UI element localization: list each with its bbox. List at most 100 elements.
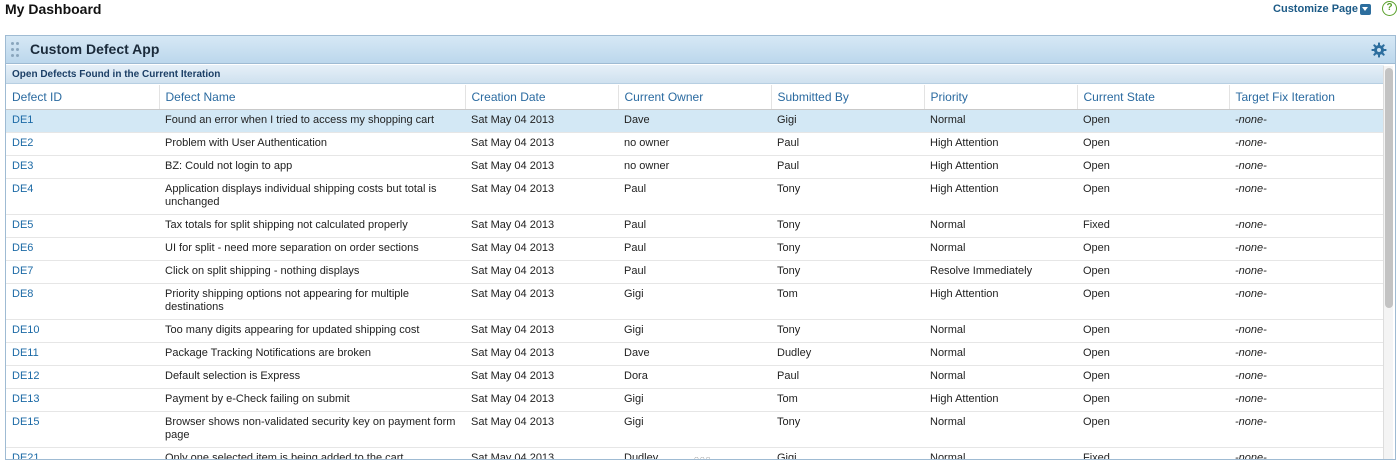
cell-defect-id[interactable]: DE3 <box>6 155 159 179</box>
table-row[interactable]: DE3 BZ: Could not login to app Sat May 04 … <box>6 155 1384 179</box>
defects-table: Defect ID Defect Name Creation Date Current… <box>6 85 1384 459</box>
cell-priority: Normal <box>924 411 1077 448</box>
table-row[interactable]: DE7 Click on split shipping - nothing dis… <box>6 260 1384 284</box>
cell-current-state: Open <box>1077 155 1229 179</box>
cell-defect-id[interactable]: DE2 <box>6 132 159 156</box>
cell-defect-id[interactable]: DE11 <box>6 342 159 366</box>
cell-submitted-by: Tom <box>771 283 924 320</box>
cell-defect-name: Found an error when I tried to access my… <box>159 109 465 133</box>
cell-current-state: Open <box>1077 283 1229 320</box>
column-header-submitted-by[interactable]: Submitted By <box>771 85 925 110</box>
custom-defect-app-panel: Custom Defect App Open Defects Found in … <box>5 35 1396 460</box>
cell-priority: Normal <box>924 342 1077 366</box>
cell-creation-date: Sat May 04 2013 <box>465 411 618 448</box>
cell-defect-id[interactable]: DE5 <box>6 214 159 238</box>
column-header-current-state[interactable]: Current State <box>1077 85 1230 110</box>
grid-title: Open Defects Found in the Current Iterat… <box>12 69 221 80</box>
cell-defect-id[interactable]: DE7 <box>6 260 159 284</box>
cell-priority: Normal <box>924 109 1077 133</box>
cell-submitted-by: Tom <box>771 388 924 412</box>
cell-defect-id[interactable]: DE4 <box>6 178 159 215</box>
cell-submitted-by: Tony <box>771 178 924 215</box>
cell-defect-id[interactable]: DE13 <box>6 388 159 412</box>
cell-current-owner: Dave <box>618 342 771 366</box>
table-row[interactable]: DE15 Browser shows non-validated security… <box>6 411 1384 448</box>
cell-defect-name: Only one selected item is being added to… <box>159 447 465 459</box>
cell-defect-id[interactable]: DE8 <box>6 283 159 320</box>
gear-icon[interactable] <box>1371 42 1387 58</box>
cell-creation-date: Sat May 04 2013 <box>465 109 618 133</box>
page-header: My Dashboard Customize Page ? <box>0 0 1400 20</box>
cell-priority: High Attention <box>924 155 1077 179</box>
cell-priority: High Attention <box>924 132 1077 156</box>
cell-defect-id[interactable]: DE6 <box>6 237 159 261</box>
cell-defect-name: Application displays individual shipping… <box>159 178 465 215</box>
cell-current-owner: Paul <box>618 214 771 238</box>
table-row[interactable]: DE10 Too many digits appearing for update… <box>6 319 1384 343</box>
table-row[interactable]: DE6 UI for split - need more separation o… <box>6 237 1384 261</box>
table-row[interactable]: DE4 Application displays individual shipp… <box>6 178 1384 215</box>
resize-grip-icon[interactable]: ○○○ <box>694 454 712 459</box>
cell-current-owner: no owner <box>618 132 771 156</box>
cell-target-fix-iteration: -none- <box>1229 365 1384 389</box>
cell-submitted-by: Tony <box>771 260 924 284</box>
vertical-scrollbar[interactable] <box>1383 66 1393 459</box>
cell-priority: Normal <box>924 365 1077 389</box>
cell-target-fix-iteration: -none- <box>1229 178 1384 215</box>
cell-submitted-by: Tony <box>771 411 924 448</box>
cell-creation-date: Sat May 04 2013 <box>465 447 618 459</box>
column-header-target-fix-iteration[interactable]: Target Fix Iteration <box>1229 85 1384 110</box>
scrollbar-thumb[interactable] <box>1385 68 1393 308</box>
table-row[interactable]: DE1 Found an error when I tried to access… <box>6 109 1384 133</box>
cell-current-state: Open <box>1077 178 1229 215</box>
table-row[interactable]: DE8 Priority shipping options not appeari… <box>6 283 1384 320</box>
table-row[interactable]: DE5 Tax totals for split shipping not cal… <box>6 214 1384 238</box>
cell-defect-name: BZ: Could not login to app <box>159 155 465 179</box>
cell-current-state: Open <box>1077 342 1229 366</box>
cell-target-fix-iteration: -none- <box>1229 283 1384 320</box>
cell-defect-name: Browser shows non-validated security key… <box>159 411 465 448</box>
cell-target-fix-iteration: -none- <box>1229 214 1384 238</box>
column-header-defect-name[interactable]: Defect Name <box>159 85 466 110</box>
cell-defect-name: Default selection is Express <box>159 365 465 389</box>
cell-defect-id[interactable]: DE15 <box>6 411 159 448</box>
table-row[interactable]: DE11 Package Tracking Notifications are b… <box>6 342 1384 366</box>
cell-creation-date: Sat May 04 2013 <box>465 132 618 156</box>
column-header-defect-id[interactable]: Defect ID <box>6 85 160 110</box>
drag-handle-icon[interactable] <box>11 42 20 58</box>
panel-title: Custom Defect App <box>30 41 160 57</box>
cell-defect-name: Too many digits appearing for updated sh… <box>159 319 465 343</box>
cell-creation-date: Sat May 04 2013 <box>465 237 618 261</box>
table-row[interactable]: DE2 Problem with User Authentication Sat M… <box>6 132 1384 156</box>
cell-submitted-by: Dudley <box>771 342 924 366</box>
cell-defect-id[interactable]: DE1 <box>6 109 159 133</box>
column-header-current-owner[interactable]: Current Owner <box>618 85 772 110</box>
help-icon[interactable]: ? <box>1382 1 1397 16</box>
cell-target-fix-iteration: -none- <box>1229 237 1384 261</box>
customize-page-link[interactable]: Customize Page <box>1273 3 1358 15</box>
table-row[interactable]: DE13 Payment by e-Check failing on submit… <box>6 388 1384 412</box>
column-header-creation-date[interactable]: Creation Date <box>465 85 619 110</box>
cell-creation-date: Sat May 04 2013 <box>465 365 618 389</box>
cell-creation-date: Sat May 04 2013 <box>465 178 618 215</box>
cell-defect-id[interactable]: DE10 <box>6 319 159 343</box>
column-header-priority[interactable]: Priority <box>924 85 1078 110</box>
cell-priority: Normal <box>924 237 1077 261</box>
chevron-down-icon[interactable] <box>1360 4 1371 15</box>
cell-defect-name: Payment by e-Check failing on submit <box>159 388 465 412</box>
cell-creation-date: Sat May 04 2013 <box>465 155 618 179</box>
cell-submitted-by: Tony <box>771 319 924 343</box>
cell-current-owner: Paul <box>618 237 771 261</box>
cell-defect-id[interactable]: DE21 <box>6 447 159 459</box>
cell-current-state: Open <box>1077 237 1229 261</box>
cell-current-state: Open <box>1077 132 1229 156</box>
cell-current-state: Fixed <box>1077 447 1229 459</box>
cell-target-fix-iteration: -none- <box>1229 447 1384 459</box>
cell-current-owner: Paul <box>618 260 771 284</box>
page-title: My Dashboard <box>5 1 102 17</box>
cell-defect-id[interactable]: DE12 <box>6 365 159 389</box>
cell-current-state: Open <box>1077 260 1229 284</box>
table-row[interactable]: DE12 Default selection is Express Sat May … <box>6 365 1384 389</box>
cell-creation-date: Sat May 04 2013 <box>465 260 618 284</box>
cell-creation-date: Sat May 04 2013 <box>465 388 618 412</box>
